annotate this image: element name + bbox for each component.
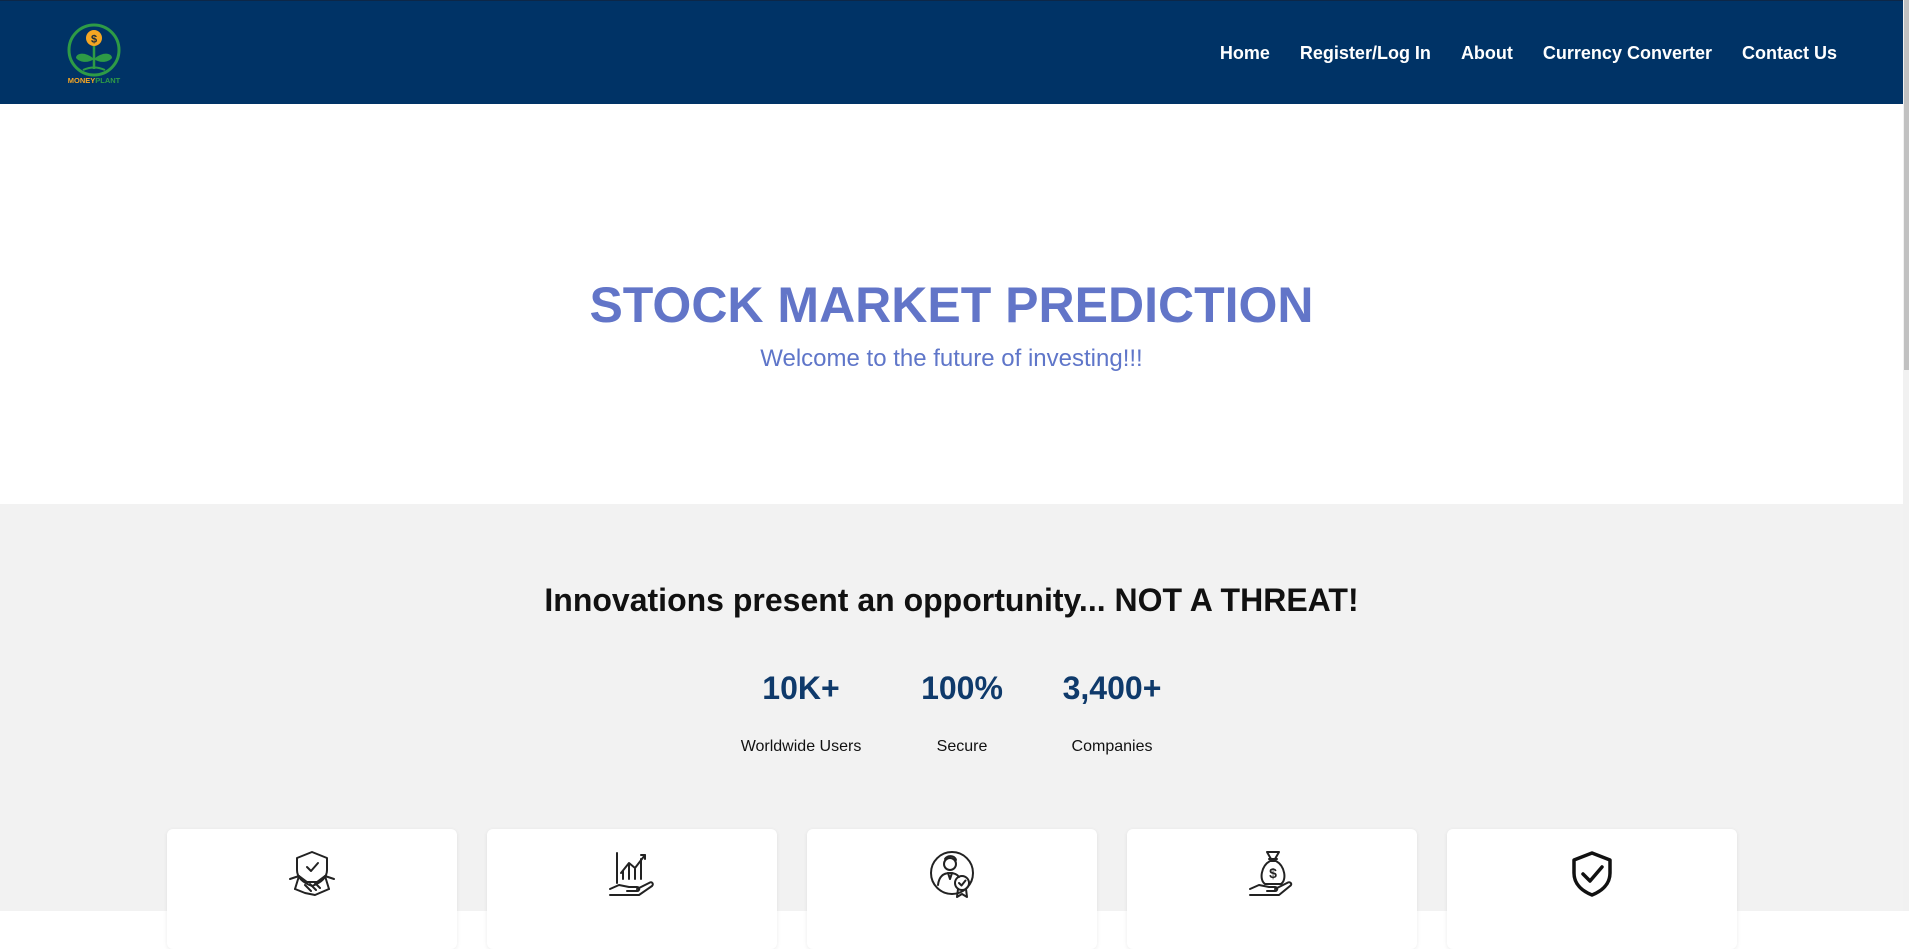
hero-section: STOCK MARKET PREDICTION Welcome to the f… (0, 104, 1903, 504)
nav-home[interactable]: Home (1220, 41, 1270, 65)
stat-companies-label: Companies (1071, 738, 1153, 755)
svg-text:MONEYPLANT: MONEYPLANT (68, 76, 121, 85)
feature-card: $ (1127, 829, 1417, 949)
navbar: $ MONEYPLANT Home Register/Log In About … (0, 0, 1903, 104)
nav-contact-us[interactable]: Contact Us (1742, 41, 1837, 65)
stat-users-label: Worldwide Users (740, 738, 862, 755)
handshake-shield-icon (287, 849, 337, 899)
feature-card (487, 829, 777, 949)
nav-currency-converter[interactable]: Currency Converter (1543, 41, 1712, 65)
svg-text:$: $ (1269, 865, 1277, 881)
shield-check-icon (1567, 849, 1617, 899)
money-bag-hand-icon: $ (1247, 849, 1297, 899)
main-navigation: Home Register/Log In About Currency Conv… (1220, 41, 1837, 65)
stat-secure-value: 100% (921, 670, 1003, 706)
logo-wordmark: MONEYPLANT (68, 76, 121, 85)
moneyplant-logo[interactable]: $ MONEYPLANT (63, 19, 125, 87)
nav-register-login[interactable]: Register/Log In (1300, 41, 1431, 65)
features-tagline: Innovations present an opportunity... NO… (544, 582, 1359, 618)
feature-card (807, 829, 1097, 949)
feature-card (1447, 829, 1737, 949)
feature-card (167, 829, 457, 949)
features-section: Innovations present an opportunity... NO… (0, 504, 1903, 949)
page-scrollbar-thumb[interactable] (1904, 0, 1909, 370)
svg-text:$: $ (91, 34, 97, 46)
hand-chart-icon (607, 849, 657, 899)
stat-users-value: 10K+ (762, 670, 840, 706)
hero-subtitle: Welcome to the future of investing!!! (760, 345, 1143, 372)
nav-about[interactable]: About (1461, 41, 1513, 65)
hero-title: STOCK MARKET PREDICTION (589, 277, 1314, 333)
certified-advisor-icon (927, 849, 977, 899)
stat-companies-value: 3,400+ (1062, 670, 1162, 706)
